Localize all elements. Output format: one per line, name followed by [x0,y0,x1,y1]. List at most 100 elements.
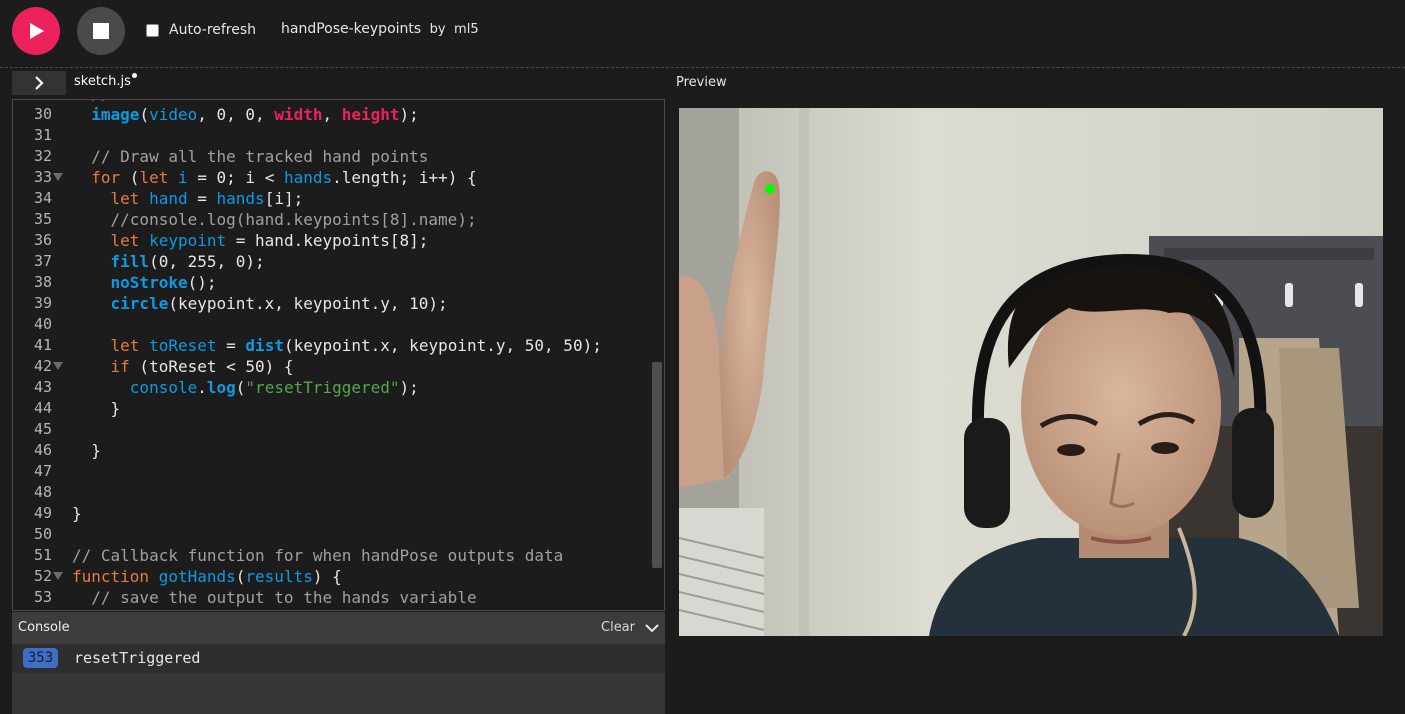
file-tab-sketch[interactable]: sketch.js [74,73,137,89]
code-line[interactable]: 30 image(video, 0, 0, width, height); [13,104,653,125]
top-toolbar: Auto-refresh handPose-keypoints by ml5 [0,0,1405,64]
code-token: ); [399,378,419,397]
code-line[interactable]: 36 let keypoint = hand.keypoints[8]; [13,230,653,251]
unsaved-indicator [131,73,137,78]
project-info: handPose-keypoints by ml5 [281,21,479,37]
code-line[interactable]: 45 [13,419,653,440]
code-token: for [91,168,121,187]
code-token: image [91,105,140,124]
code-text: fill(0, 255, 0); [72,251,265,272]
code-line[interactable]: 32 // Draw all the tracked hand points [13,146,653,167]
code-line[interactable]: 53 // save the output to the hands varia… [13,587,653,608]
code-line[interactable]: 48 [13,482,653,503]
line-number: 34 [33,189,52,207]
code-token: } [72,441,101,460]
project-name[interactable]: handPose-keypoints [281,21,421,37]
preview-canvas[interactable] [679,108,1383,636]
code-token: noStroke [110,273,188,292]
code-line[interactable]: 47 [13,461,653,482]
code-line[interactable]: 51 // Callback function for when handPose… [13,545,653,566]
code-token: // save the output to the hands variable [72,588,477,607]
code-token: gotHands [158,567,236,586]
code-line[interactable]: 35 //console.log(hand.keypoints[8].name)… [13,209,653,230]
code-text: } [72,503,82,524]
code-line[interactable]: 34 let hand = hands[i]; [13,188,653,209]
code-lines[interactable]: 29 // Draw the webcam video30 image(vide… [13,100,653,608]
code-line[interactable]: 52 function gotHands(results) { [13,566,653,587]
autorefresh-checkbox[interactable] [146,23,159,37]
code-token: height [341,105,400,124]
code-line[interactable]: 39 circle(keypoint.x, keypoint.y, 10); [13,293,653,314]
code-text: for (let i = 0; i < hands.length; i++) { [72,167,476,188]
autorefresh-label: Auto-refresh [169,22,257,38]
code-token: = hand.keypoints[8]; [226,231,429,250]
code-token: let [139,168,169,187]
code-line[interactable]: 44 } [13,398,653,419]
sidebar-toggle-button[interactable] [12,71,66,95]
code-line[interactable]: 41 let toReset = dist(keypoint.x, keypoi… [13,335,653,356]
line-number: 31 [33,126,52,144]
code-token: let [110,231,140,250]
code-text: let toReset = dist(keypoint.x, keypoint.… [72,335,602,356]
code-token: hands [216,189,265,208]
code-line[interactable]: 31 [13,125,653,146]
code-token: let [110,189,140,208]
code-line[interactable]: 50 [13,524,653,545]
code-line[interactable]: 33 for (let i = 0; i < hands.length; i++… [13,167,653,188]
code-token: circle [110,294,169,313]
line-number: 33 [33,168,52,186]
code-token: video [149,105,198,124]
code-token: (0, 255, 0); [149,252,265,271]
tracked-keypoint [765,184,775,194]
console-clear-button[interactable]: Clear [601,620,635,635]
code-token: hands [283,168,333,187]
autorefresh-control[interactable]: Auto-refresh [146,22,256,38]
line-number: 53 [33,588,52,606]
code-token: width [274,105,323,124]
code-token: , 0, 0, [197,105,275,124]
line-number: 44 [33,399,52,417]
line-number: 43 [33,378,52,396]
code-line[interactable]: 46 } [13,440,653,461]
code-token: (keypoint.x, keypoint.y, 10); [168,294,448,313]
code-line[interactable]: 37 fill(0, 255, 0); [13,251,653,272]
console-entry: 353 resetTriggered [12,644,665,673]
code-token: ( [139,105,150,124]
stop-button[interactable] [77,7,125,55]
toolbar-divider [0,67,1405,68]
fold-arrow-icon[interactable] [53,173,63,181]
code-token: (); [187,273,217,292]
editor-scrollbar[interactable] [652,362,662,568]
line-number: 39 [33,294,52,312]
code-token: let [110,336,140,355]
line-number: 35 [33,210,52,228]
code-line[interactable]: 40 [13,314,653,335]
code-text: } [72,440,101,461]
line-number: 40 [33,315,52,333]
code-text: function gotHands(results) { [72,566,342,587]
code-token: function [72,567,150,586]
chevron-down-icon[interactable] [644,620,660,636]
project-author[interactable]: ml5 [454,22,479,37]
code-line[interactable]: 38 noStroke(); [13,272,653,293]
code-editor[interactable]: 29 // Draw the webcam video30 image(vide… [12,99,665,611]
fold-arrow-icon[interactable] [53,362,63,370]
code-token: log [206,378,236,397]
code-line[interactable]: 49} [13,503,653,524]
code-token: } [72,399,121,418]
code-token: i [177,168,188,187]
code-line[interactable]: 43 console.log("resetTriggered"); [13,377,653,398]
play-button[interactable] [12,7,60,55]
code-token: ( [235,378,246,397]
fold-arrow-icon[interactable] [53,572,63,580]
code-text: //console.log(hand.keypoints[8].name); [72,209,477,230]
code-line[interactable]: 42 if (toReset < 50) { [13,356,653,377]
code-token: = 0; i < [187,168,284,187]
